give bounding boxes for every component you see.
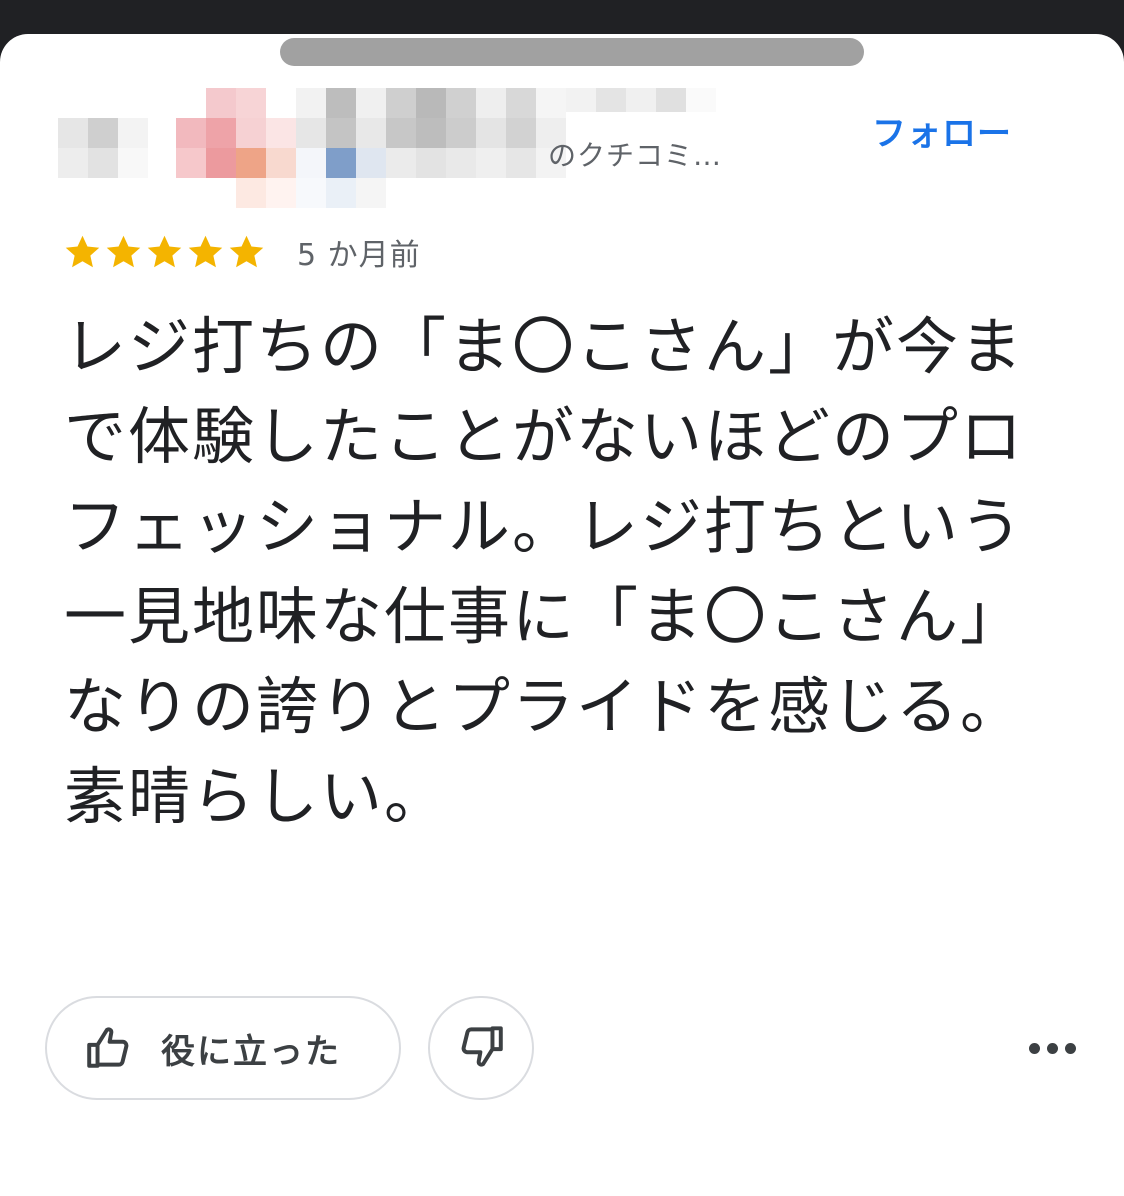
review-text: レジ打ちの「ま〇こさん」が今まで体験したことがないほどのプロフェッショナル。レジ… [64,310,1025,833]
star-icon [65,235,100,267]
not-helpful-button[interactable] [428,996,534,1100]
star-icon [229,235,264,267]
reviewer-avatar-redacted [58,118,148,178]
reviewer-name-redacted-tail [566,88,716,112]
thumbs-up-icon [83,1022,135,1074]
helpful-button[interactable]: 役に立った [45,996,401,1100]
review-date: 5 か月前 [297,238,421,273]
star-icon [188,235,223,267]
helpful-label: 役に立った [161,1031,341,1072]
reviewer-name-redacted [296,88,566,208]
rating-row: 5 か月前 [62,230,421,274]
more-dot [1028,1042,1040,1054]
review-card: のクチコミ… フォロー 5 か月前 レジ打ちの「ま〇こさん」が今まで体験したこと… [0,34,1124,1196]
follow-button[interactable]: フォロー [872,106,1012,155]
more-dot [1046,1042,1058,1054]
more-options-button[interactable] [1022,1026,1082,1070]
star-icon [147,235,182,267]
star-icon [106,235,141,267]
redaction-scribble [280,38,864,66]
star-rating [62,232,267,273]
reviewer-subtitle: のクチコミ… [548,139,723,172]
thumbs-down-icon [456,1021,506,1075]
more-dot [1064,1042,1076,1054]
reviewer-image-redacted [176,88,296,208]
